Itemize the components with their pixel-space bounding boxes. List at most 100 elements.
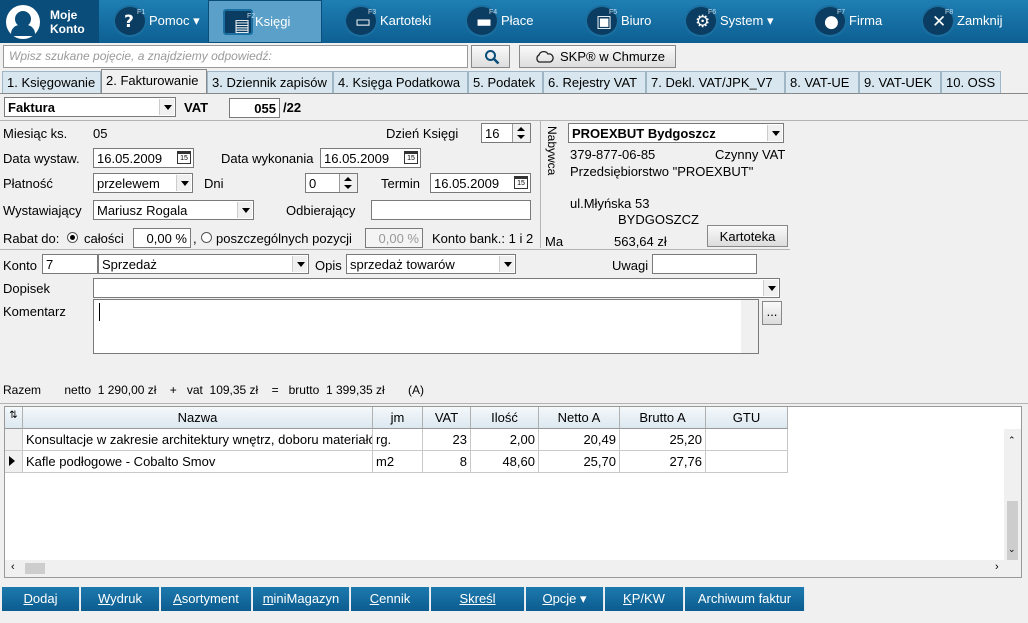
- ma-value: 563,64 zł: [614, 234, 667, 249]
- rabat-pozycji-input[interactable]: 0,00 %: [365, 228, 423, 248]
- chevron-down-icon[interactable]: ⌄: [1008, 544, 1016, 555]
- toolbar-f8-button[interactable]: ✕ F8 Zamknij: [911, 0, 1022, 43]
- row-selector-current[interactable]: [5, 451, 23, 473]
- tab-9[interactable]: 9. VAT-UEK: [859, 71, 941, 93]
- toolbar-f6-button[interactable]: ⚙ F6 System ▾: [674, 0, 786, 43]
- sort-icon[interactable]: ⇅: [5, 407, 23, 429]
- dodaj-button[interactable]: Dodaj: [2, 587, 80, 611]
- tab-2[interactable]: 2. Fakturowanie: [101, 69, 207, 94]
- toolbar-f5-button[interactable]: ▣ F5 Biuro: [575, 0, 669, 43]
- column-header-4[interactable]: Ilość: [471, 407, 539, 429]
- skresl-button[interactable]: Skreśl: [431, 587, 525, 611]
- form-divider: [0, 249, 790, 250]
- chevron-left-icon[interactable]: ‹: [11, 561, 15, 573]
- konto-number-field[interactable]: 7: [42, 254, 98, 274]
- dzien-ksiegi-stepper[interactable]: 16: [481, 123, 531, 143]
- table-cell[interactable]: 20,49: [539, 429, 620, 451]
- column-header-3[interactable]: VAT: [423, 407, 471, 429]
- moje-konto-button[interactable]: Moje Konto: [0, 0, 99, 43]
- table-cell[interactable]: Kafle podłogowe - Cobalto Smov: [23, 451, 373, 473]
- table-cell[interactable]: 23: [423, 429, 471, 451]
- chevron-up-icon[interactable]: ⌃: [1008, 435, 1016, 446]
- column-header-7[interactable]: GTU: [706, 407, 788, 429]
- skp-cloud-button[interactable]: SKP® w Chmurze: [519, 45, 676, 68]
- table-cell[interactable]: rg.: [373, 429, 423, 451]
- konto-name-select[interactable]: Sprzedaż: [98, 254, 309, 274]
- scroll-thumb[interactable]: [25, 563, 45, 574]
- komentarz-more-button[interactable]: ...: [762, 301, 782, 325]
- invoice-items-grid[interactable]: ⇅ Nazwa jm VAT Ilość Netto A Brutto A GTU Kons…: [4, 406, 1022, 578]
- row-selector[interactable]: [5, 429, 23, 451]
- platnosc-select[interactable]: przelewem: [93, 173, 193, 193]
- column-header-2[interactable]: jm: [373, 407, 423, 429]
- odbierajacy-input[interactable]: [371, 200, 531, 220]
- data-wykonania-field[interactable]: 16.05.2009 15: [320, 148, 421, 168]
- toolbar-button-label: Zamknij: [957, 13, 1003, 28]
- kartoteka-button[interactable]: Kartoteka: [707, 225, 788, 247]
- dopisek-select[interactable]: [93, 278, 780, 298]
- dni-stepper[interactable]: 0: [305, 173, 358, 193]
- archiwum-button[interactable]: Archiwum faktur: [685, 587, 805, 611]
- document-type-select[interactable]: Faktura: [4, 97, 176, 117]
- cennik-button[interactable]: Cennik: [351, 587, 430, 611]
- tab-10[interactable]: 10. OSS: [941, 71, 1001, 93]
- tab-7[interactable]: 7. Dekl. VAT/JPK_V7: [646, 71, 785, 93]
- grid-vertical-scrollbar[interactable]: ⌃ ⌄: [1004, 429, 1021, 561]
- table-cell[interactable]: [706, 451, 788, 473]
- rabat-calosci-radio[interactable]: [67, 232, 78, 243]
- buyer-select[interactable]: PROEXBUT Bydgoszcz: [568, 123, 784, 143]
- button-label: odaj: [32, 591, 58, 606]
- table-cell[interactable]: 2,00: [471, 429, 539, 451]
- search-input[interactable]: Wpisz szukane pojęcie, a znajdziemy odpo…: [3, 45, 468, 68]
- opis-select[interactable]: sprzedaż towarów: [346, 254, 516, 274]
- tab-4[interactable]: 4. Księga Podatkowa: [333, 71, 468, 93]
- data-wystaw-field[interactable]: 16.05.2009 15: [93, 148, 194, 168]
- wystawiajacy-select[interactable]: Mariusz Rogala: [93, 200, 254, 220]
- termin-field[interactable]: 16.05.2009 15: [430, 173, 531, 193]
- uwagi-label: Uwagi: [612, 258, 649, 273]
- rabat-pozycji-radio[interactable]: [201, 232, 212, 243]
- toolbar-f1-button[interactable]: ? F1 Pomoc ▾: [103, 0, 203, 43]
- tab-6[interactable]: 6. Rejestry VAT: [543, 71, 646, 93]
- table-cell[interactable]: [706, 429, 788, 451]
- spin-arrows-icon[interactable]: [339, 174, 357, 192]
- toolbar-f7-button[interactable]: ● F7 Firma: [803, 0, 903, 43]
- chevron-right-icon[interactable]: ›: [995, 561, 999, 573]
- spin-arrows-icon[interactable]: [512, 124, 530, 142]
- toolbar-f2-button[interactable]: ▤ F2 Księgi: [208, 0, 322, 43]
- table-cell[interactable]: 8: [423, 451, 471, 473]
- toolbar-f4-button[interactable]: ▬ F4 Płace: [455, 0, 561, 43]
- column-header-6[interactable]: Brutto A: [620, 407, 706, 429]
- wydruk-button[interactable]: Wydruk: [81, 587, 160, 611]
- kpkw-button[interactable]: KP/KW: [605, 587, 684, 611]
- shortcut-letter: O: [542, 591, 553, 606]
- table-cell[interactable]: 25,70: [539, 451, 620, 473]
- tab-3[interactable]: 3. Dziennik zapisów: [207, 71, 333, 93]
- tab-1[interactable]: 1. Księgowanie: [2, 71, 101, 93]
- table-cell[interactable]: 27,76: [620, 451, 706, 473]
- invoice-number-field[interactable]: 055: [229, 98, 280, 118]
- komentarz-scrollbar[interactable]: [741, 300, 758, 353]
- tab-8[interactable]: 8. VAT-UE: [785, 71, 859, 93]
- asortyment-button[interactable]: Asortyment: [161, 587, 252, 611]
- calendar-icon[interactable]: 15: [177, 151, 191, 164]
- tab-5[interactable]: 5. Podatek: [468, 71, 543, 93]
- minimagazyn-button[interactable]: miniMagazyn: [253, 587, 350, 611]
- table-cell[interactable]: 48,60: [471, 451, 539, 473]
- calendar-icon[interactable]: 15: [404, 151, 418, 164]
- rabat-calosci-input[interactable]: 0,00 %: [133, 228, 191, 248]
- column-header-5[interactable]: Netto A: [539, 407, 620, 429]
- uwagi-input[interactable]: [652, 254, 757, 274]
- chevron-down-icon: [237, 202, 252, 218]
- calendar-icon[interactable]: 15: [514, 176, 528, 189]
- dzien-ksiegi-label: Dzień Księgi: [386, 126, 459, 141]
- search-button[interactable]: [471, 45, 510, 68]
- table-cell[interactable]: m2: [373, 451, 423, 473]
- table-cell[interactable]: Konsultacje w zakresie architektury wnęt…: [23, 429, 373, 451]
- column-header-1[interactable]: Nazwa: [23, 407, 373, 429]
- opcje-button[interactable]: Opcje ▾: [526, 587, 604, 611]
- table-cell[interactable]: 25,20: [620, 429, 706, 451]
- komentarz-textarea[interactable]: [93, 299, 759, 354]
- toolbar-f3-button[interactable]: ▭ F3 Kartoteki: [334, 0, 446, 43]
- grid-horizontal-scrollbar[interactable]: ‹ ›: [5, 560, 1021, 577]
